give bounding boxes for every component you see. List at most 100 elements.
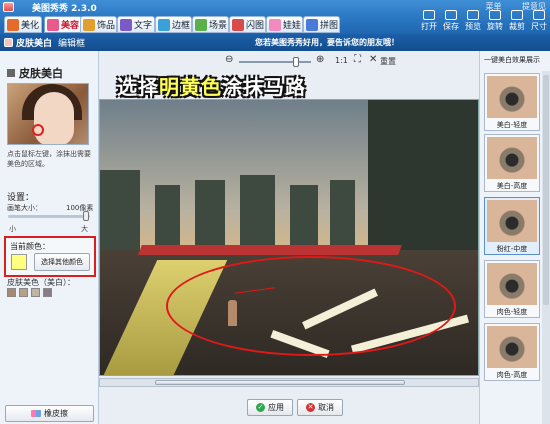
check-icon: ✓ [256, 403, 265, 412]
effect-preview [487, 326, 537, 368]
effect-whiten-strong[interactable]: 美白-高度 [484, 134, 540, 192]
photo-tower [368, 100, 478, 260]
zoom-out-icon[interactable]: ⊖ [225, 54, 233, 65]
tab-accessories[interactable]: 饰品 [80, 16, 117, 33]
tab-doll[interactable]: 娃娃 [266, 16, 303, 33]
crop-button[interactable]: 裁剪 [506, 0, 528, 34]
tab-label: 场景 [209, 21, 228, 31]
tab-label: 美化 [21, 21, 40, 31]
promo-message: 您若美图秀秀好用，要告诉您的朋友哦！ [255, 38, 399, 47]
skin-swatch[interactable] [31, 288, 40, 297]
tool-label: 尺寸 [531, 22, 547, 31]
toolbar: 打开 保存 预览 旋转 裁剪 尺寸 [418, 0, 550, 34]
tab-beautify[interactable]: 美化 [4, 16, 42, 33]
cancel-label: 取消 [318, 403, 334, 412]
photo-building [100, 170, 140, 260]
caption-part: 选择 [117, 75, 159, 99]
cancel-button[interactable]: ✕ 取消 [297, 399, 343, 416]
zoom-slider[interactable] [239, 61, 311, 63]
tab-flash[interactable]: 闪图 [229, 16, 266, 33]
effect-preview [487, 263, 537, 305]
apply-label: 应用 [268, 403, 284, 412]
fit-window-icon[interactable]: ⛶ [354, 54, 361, 65]
annotation-ellipse [166, 256, 456, 356]
brush-size-slider-thumb[interactable] [83, 211, 89, 221]
effect-pink-medium[interactable]: 粉红-中度 [484, 197, 540, 255]
app-window: 美图秀秀 2.3.0 菜单 提意见 美化 美容 饰品 文字 边框 场景 闪图 娃… [0, 0, 550, 424]
eraser-button[interactable]: 橡皮擦 [5, 405, 94, 422]
effect-label: 美白-轻度 [496, 121, 528, 129]
instruction-text: 点击鼠标左键，涂抹出需要美色的区域。 [7, 150, 91, 168]
scene-icon [195, 18, 207, 31]
open-icon [423, 10, 435, 20]
reset-label[interactable]: 重置 [380, 56, 396, 67]
choose-other-color-button[interactable]: 选择其他颜色 [34, 253, 90, 271]
open-button[interactable]: 打开 [418, 0, 440, 34]
tool-label: 保存 [443, 22, 459, 31]
tab-label: 边框 [172, 21, 191, 31]
scrollbar-thumb[interactable] [155, 380, 405, 385]
eraser-label: 橡皮擦 [44, 409, 68, 418]
effect-preview [487, 137, 537, 179]
skin-colors-label: 皮肤美色（美白）： [7, 278, 75, 287]
zoom-in-icon[interactable]: ⊕ [316, 54, 324, 65]
brush-size-value: 100像素 [66, 204, 94, 212]
apply-button[interactable]: ✓ 应用 [247, 399, 293, 416]
caption-part: 涂抹马路 [222, 75, 306, 99]
preview-button[interactable]: 预览 [462, 0, 484, 34]
effect-label: 肉色-高度 [496, 371, 528, 379]
tab-label: 美容 [61, 21, 80, 31]
tab-label: 娃娃 [283, 21, 302, 31]
rotate-icon [489, 10, 501, 20]
tab-label: 文字 [134, 21, 153, 31]
preview-icon [467, 10, 479, 20]
panel-heading: 皮肤美白 [7, 65, 63, 81]
current-color-swatch[interactable] [11, 254, 27, 270]
save-button[interactable]: 保存 [440, 0, 462, 34]
sub-title-label: 皮肤美白 [16, 39, 53, 49]
horizontal-scrollbar[interactable] [99, 378, 479, 387]
resize-button[interactable]: 尺寸 [528, 0, 550, 34]
tool-label: 预览 [465, 22, 481, 31]
tab-frame[interactable]: 边框 [155, 16, 192, 33]
skin-swatch[interactable] [7, 288, 16, 297]
panel-heading-label: 皮肤美白 [19, 67, 63, 80]
effect-flesh-light[interactable]: 肉色-轻度 [484, 260, 540, 318]
effect-label: 粉红-中度 [496, 245, 528, 253]
caption-highlight: 明黄色 [159, 75, 222, 99]
beautify-icon [7, 18, 19, 31]
tab-collage[interactable]: 拼图 [303, 16, 340, 33]
effect-label: 美白-高度 [496, 182, 528, 190]
zoom-slider-thumb[interactable] [293, 57, 299, 67]
zoom-bar: ⊖ ⊕ 1:1 ⛶ ✕ 重置 [99, 51, 479, 71]
tab-scene[interactable]: 场景 [192, 16, 229, 33]
rotate-button[interactable]: 旋转 [484, 0, 506, 34]
photo-railing [138, 245, 402, 255]
text-icon [120, 18, 132, 31]
tab-beauty[interactable]: 美容 [44, 16, 82, 33]
click-marker-icon [32, 124, 44, 136]
cancel-icon: ✕ [306, 403, 315, 412]
reset-icon[interactable]: ✕ [369, 54, 377, 65]
skin-swatch[interactable] [19, 288, 28, 297]
right-panel: 一键美白效果展示 美白-轻度 美白-高度 粉红-中度 肉色-轻度 肉色-高度 [479, 51, 550, 424]
action-bar: ✓ 应用 ✕ 取消 [99, 390, 479, 424]
crop-icon [511, 10, 523, 20]
sub-bar: 皮肤美白 编辑框 您若美图秀秀好用，要告诉您的朋友哦！ [0, 34, 550, 51]
skin-swatch[interactable] [43, 288, 52, 297]
actual-size-button[interactable]: 1:1 [335, 56, 348, 65]
effect-whiten-light[interactable]: 美白-轻度 [484, 73, 540, 131]
brush-size-slider[interactable] [8, 215, 90, 218]
app-logo-icon [3, 2, 14, 12]
skin-whitening-icon [4, 38, 13, 47]
vertical-scrollbar[interactable] [542, 71, 550, 424]
beauty-icon [47, 18, 59, 31]
scrollbar-thumb[interactable] [543, 75, 549, 305]
example-thumbnail [7, 83, 89, 145]
tab-text[interactable]: 文字 [117, 16, 155, 33]
tutorial-caption: 选择明黄色涂抹马路 [117, 71, 306, 100]
effect-flesh-strong[interactable]: 肉色-高度 [484, 323, 540, 381]
tab-label: 闪图 [246, 21, 265, 31]
current-color-box: 当前颜色： 选择其他颜色 [4, 236, 96, 277]
photo-canvas[interactable] [99, 99, 479, 376]
